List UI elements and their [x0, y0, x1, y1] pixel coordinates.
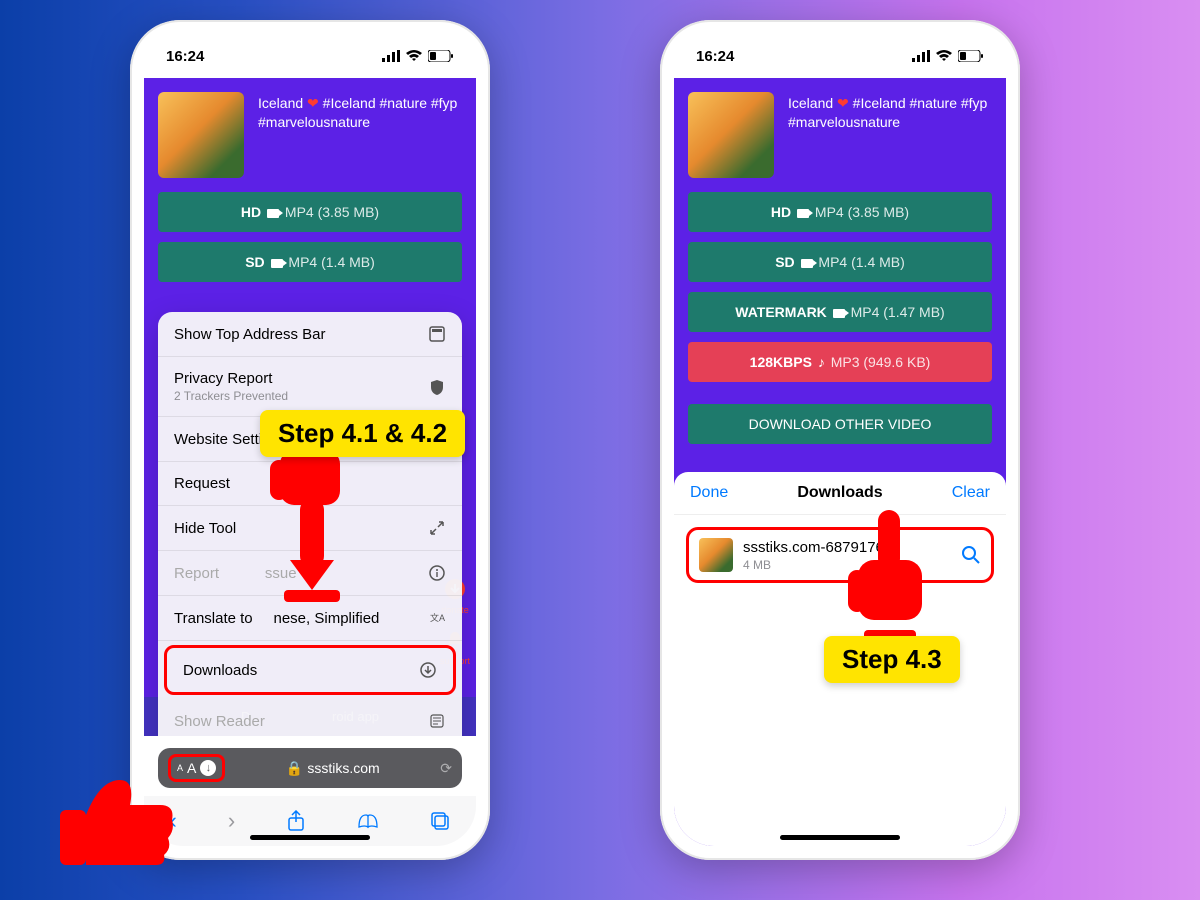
menu-show-reader: Show Reader: [158, 699, 462, 736]
dl-label: SD: [775, 254, 798, 270]
download-buttons: HD MP4 (3.85 MB) SD MP4 (1.4 MB): [144, 186, 476, 298]
dl-meta: MP4 (3.85 MB): [281, 204, 379, 220]
status-icons: [912, 50, 984, 62]
menu-label: nese, Simplified: [274, 610, 380, 627]
status-icons: [382, 50, 454, 62]
status-bar: 16:24: [144, 34, 476, 78]
dl-meta: MP4 (1.4 MB): [285, 254, 375, 270]
dl-meta: MP4 (3.85 MB): [811, 204, 909, 220]
refresh-icon[interactable]: ⟳: [440, 760, 452, 777]
dl-label: DOWNLOAD OTHER VIDEO: [749, 416, 932, 432]
video-thumbnail: [158, 92, 244, 178]
dl-meta: MP4 (1.47 MB): [847, 304, 945, 320]
safari-url-bar[interactable]: AA ↓ 🔒 ssstiks.com ⟳: [158, 748, 462, 788]
video-header: Iceland ❤ #Iceland #nature #fyp #marvelo…: [674, 78, 1006, 186]
wifi-icon: [936, 50, 952, 62]
video-icon: [797, 209, 809, 218]
heart-icon: ❤: [837, 95, 849, 111]
download-badge-icon: ↓: [200, 760, 216, 776]
music-icon: ♪: [818, 354, 825, 370]
menu-label: Show Reader: [174, 713, 265, 730]
page-content: Iceland ❤ #Iceland #nature #fyp #marvelo…: [674, 78, 1006, 846]
download-audio-button[interactable]: 128KBPS ♪ MP3 (949.6 KB): [688, 342, 992, 382]
url-display: 🔒 ssstiks.com: [225, 760, 440, 777]
tabs-icon[interactable]: [430, 811, 450, 831]
address-bar-icon: [428, 325, 446, 343]
title-text: Iceland: [788, 95, 837, 111]
menu-label: Hide Tool: [174, 520, 236, 537]
status-time: 16:24: [696, 48, 734, 65]
dl-label: HD: [771, 204, 795, 220]
dl-label: 128KBPS: [750, 354, 816, 370]
url-text: ssstiks.com: [307, 760, 379, 776]
video-icon: [271, 259, 283, 268]
lock-icon: 🔒: [286, 760, 303, 777]
sheet-title: Downloads: [797, 484, 882, 502]
screen-right: 16:24 Iceland ❤ #Iceland #nature #fyp #m…: [674, 34, 1006, 846]
video-icon: [267, 209, 279, 218]
shield-icon: [428, 378, 446, 396]
menu-label: Request: [174, 475, 230, 492]
download-sd-button[interactable]: SD MP4 (1.4 MB): [158, 242, 462, 282]
step-label-right: Step 4.3: [824, 636, 960, 683]
wifi-icon: [406, 50, 422, 62]
menu-show-top-address[interactable]: Show Top Address Bar: [158, 312, 462, 357]
dl-label: WATERMARK: [735, 304, 830, 320]
menu-label: Downloads: [183, 662, 257, 679]
menu-downloads[interactable]: Downloads: [164, 645, 456, 695]
download-sd-button[interactable]: SD MP4 (1.4 MB): [688, 242, 992, 282]
menu-sublabel: 2 Trackers Prevented: [174, 389, 288, 403]
battery-icon: [958, 50, 984, 62]
download-hd-button[interactable]: HD MP4 (3.85 MB): [688, 192, 992, 232]
info-icon: [428, 564, 446, 582]
battery-icon: [428, 50, 454, 62]
home-indicator[interactable]: [780, 835, 900, 840]
heart-icon: ❤: [307, 95, 319, 111]
pointer-hand-icon: [260, 450, 370, 610]
done-button[interactable]: Done: [690, 484, 728, 502]
video-thumbnail: [688, 92, 774, 178]
title-text: Iceland: [258, 95, 307, 111]
menu-privacy-report[interactable]: Privacy Report 2 Trackers Prevented: [158, 357, 462, 417]
pointer-hand-icon: [60, 770, 180, 880]
download-other-button[interactable]: DOWNLOAD OTHER VIDEO: [688, 404, 992, 444]
clear-button[interactable]: Clear: [952, 484, 990, 502]
magnify-icon[interactable]: [961, 545, 981, 565]
dl-label: SD: [245, 254, 268, 270]
share-icon[interactable]: [286, 810, 306, 832]
menu-label: Show Top Address Bar: [174, 326, 325, 343]
menu-label: Report: [174, 565, 219, 582]
menu-label: Translate to: [174, 610, 257, 627]
download-watermark-button[interactable]: WATERMARK MP4 (1.47 MB): [688, 292, 992, 332]
reader-icon: [428, 712, 446, 730]
menu-label: Privacy Report: [174, 370, 288, 387]
video-title: Iceland ❤ #Iceland #nature #fyp #marvelo…: [258, 92, 462, 178]
forward-button: ›: [228, 808, 235, 834]
video-icon: [801, 259, 813, 268]
download-hd-button[interactable]: HD MP4 (3.85 MB): [158, 192, 462, 232]
video-header: Iceland ❤ #Iceland #nature #fyp #marvelo…: [144, 78, 476, 186]
phone-right: 16:24 Iceland ❤ #Iceland #nature #fyp #m…: [660, 20, 1020, 860]
page-content: Iceland ❤ #Iceland #nature #fyp #marvelo…: [144, 78, 476, 736]
signal-icon: [382, 50, 400, 62]
dl-meta: MP3 (949.6 KB): [827, 354, 931, 370]
bookmarks-icon[interactable]: [357, 812, 379, 830]
status-bar: 16:24: [674, 34, 1006, 78]
home-indicator[interactable]: [250, 835, 370, 840]
file-thumbnail: [699, 538, 733, 572]
dl-label: HD: [241, 204, 265, 220]
step-label-left: Step 4.1 & 4.2: [260, 410, 465, 457]
video-title: Iceland ❤ #Iceland #nature #fyp #marvelo…: [788, 92, 992, 178]
signal-icon: [912, 50, 930, 62]
video-icon: [833, 309, 845, 318]
expand-icon: [428, 519, 446, 537]
dl-meta: MP4 (1.4 MB): [815, 254, 905, 270]
status-time: 16:24: [166, 48, 204, 65]
sheet-header: Done Downloads Clear: [674, 472, 1006, 515]
download-buttons: HD MP4 (3.85 MB) SD MP4 (1.4 MB) WATERMA…: [674, 186, 1006, 460]
svg-text:文A: 文A: [430, 612, 445, 623]
translate-icon: 文A: [428, 609, 446, 627]
download-icon: [419, 661, 437, 679]
